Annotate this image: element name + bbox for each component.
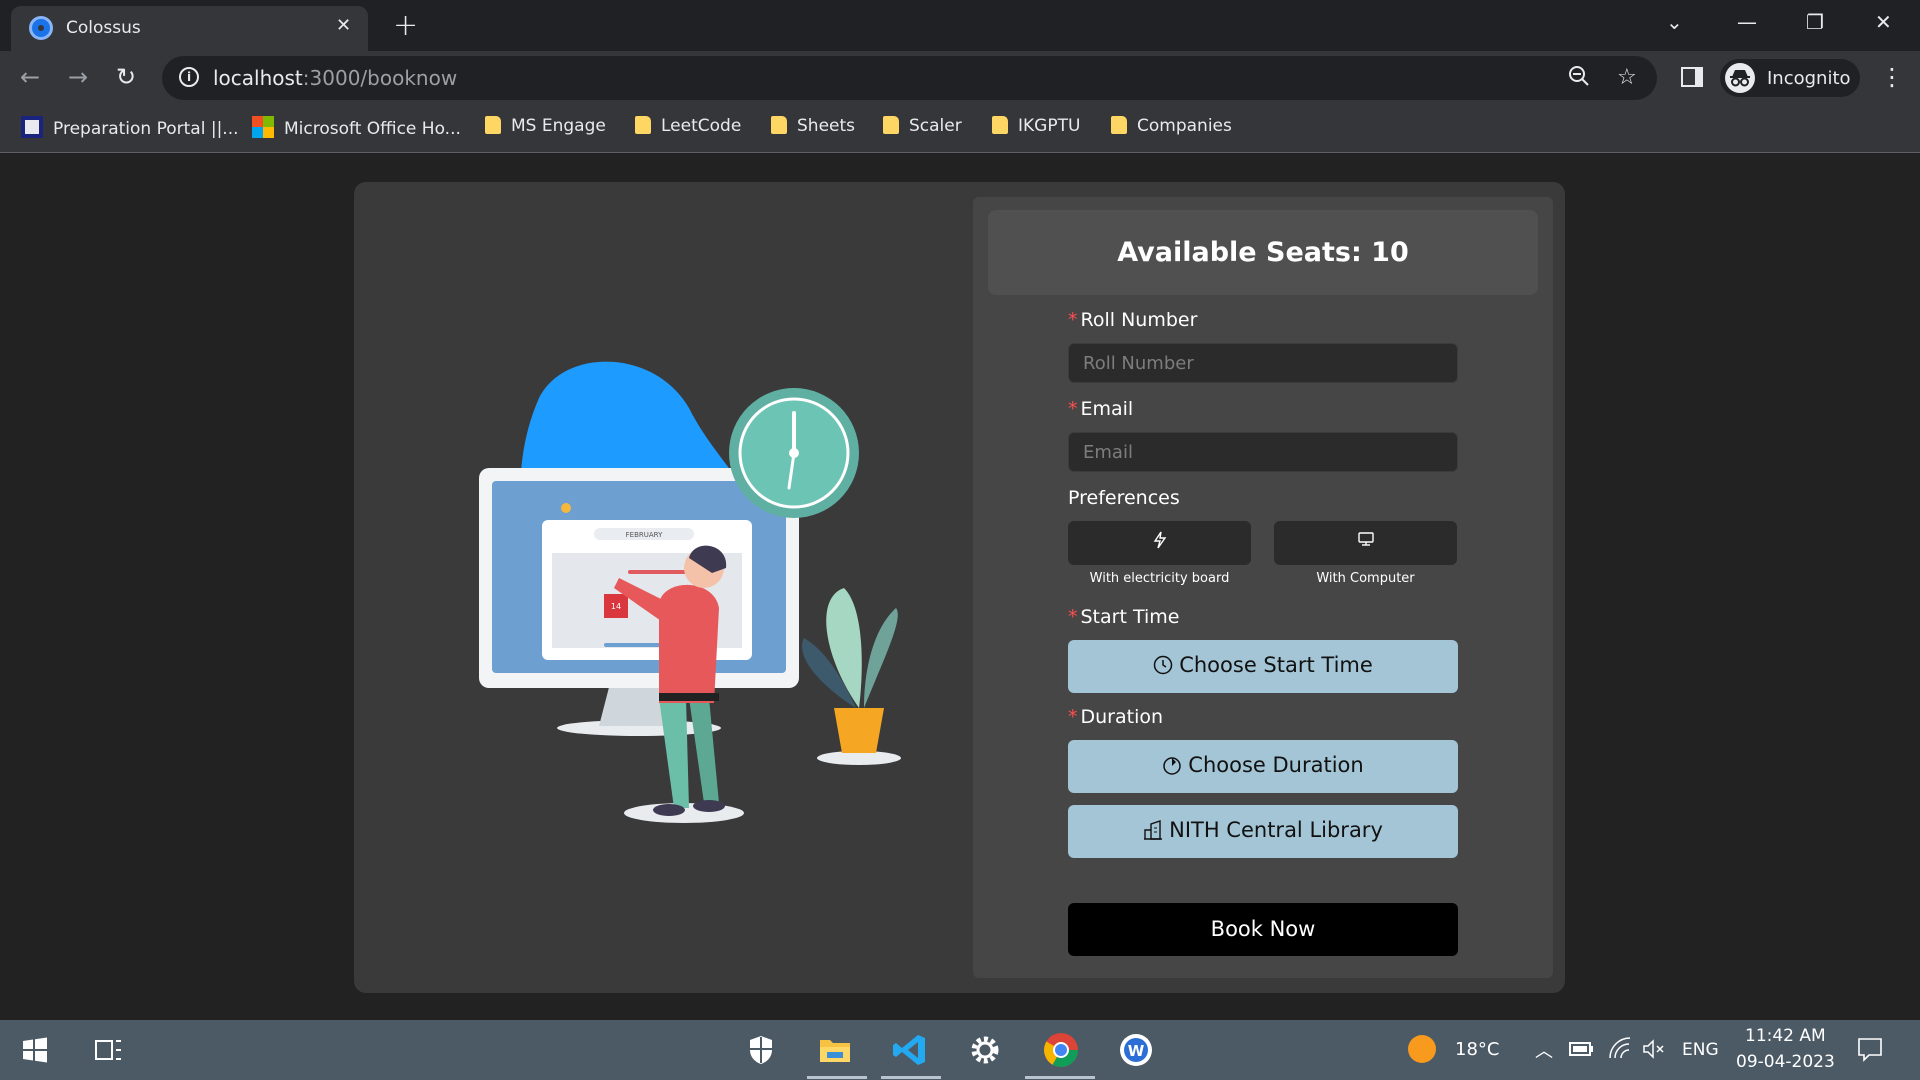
bookmark-companies[interactable]: Companies	[1111, 116, 1232, 142]
file-explorer-running-indicator	[807, 1076, 867, 1079]
tab-search-chevron-icon[interactable]: ⌄	[1666, 10, 1683, 34]
required-mark: *	[1068, 309, 1078, 331]
prep-portal-icon	[21, 116, 43, 138]
start-time-label: * Start Time	[1068, 606, 1180, 628]
electricity-board-caption: With electricity board	[1089, 571, 1230, 586]
restore-button[interactable]: ❐	[1806, 10, 1824, 34]
folder-icon	[485, 116, 501, 134]
duration-label: * Duration	[1068, 706, 1164, 728]
incognito-icon	[1725, 63, 1755, 93]
available-seats-header: Available Seats: 10	[988, 210, 1538, 295]
windows-taskbar: W 18°C ︿ ENG 11:42 AM 09-04-2023	[0, 1020, 1920, 1080]
bookmark-scaler[interactable]: Scaler	[883, 116, 962, 142]
email-label: * Email	[1068, 398, 1134, 420]
book-now-button[interactable]: Book Now	[1068, 903, 1458, 956]
tab-close-icon[interactable]: ✕	[336, 15, 351, 36]
address-bar[interactable]: i localhost:3000/booknow ☆	[162, 56, 1657, 100]
vscode-icon[interactable]	[890, 1030, 930, 1070]
incognito-profile-button[interactable]: Incognito	[1720, 59, 1860, 97]
bookmark-preparation-portal[interactable]: Preparation Portal ||...	[21, 116, 239, 142]
clock-icon	[1153, 655, 1173, 677]
task-view-icon[interactable]	[88, 1030, 128, 1070]
chrome-icon[interactable]	[1041, 1030, 1081, 1070]
stopwatch-icon	[1162, 755, 1182, 777]
microsoft-icon	[252, 116, 274, 138]
back-button[interactable]: ←	[20, 63, 40, 91]
weather-temperature[interactable]: 18°C	[1455, 1039, 1499, 1060]
bookmark-ms-engage[interactable]: MS Engage	[485, 116, 606, 142]
battery-icon[interactable]	[1568, 1036, 1594, 1062]
new-tab-button[interactable]: +	[393, 8, 418, 43]
folder-icon	[992, 116, 1008, 134]
booking-card: FEBRUARY 14 Available Seats: 10 * Roll N…	[354, 182, 1565, 993]
svg-text:FEBRUARY: FEBRUARY	[626, 531, 663, 539]
side-panel-icon[interactable]	[1681, 67, 1703, 87]
building-icon	[1143, 820, 1163, 842]
language-indicator[interactable]: ENG	[1682, 1040, 1719, 1060]
file-explorer-icon[interactable]	[815, 1030, 855, 1070]
folder-icon	[1111, 116, 1127, 134]
windows-security-icon[interactable]	[741, 1030, 781, 1070]
clock-date[interactable]: 09-04-2023	[1736, 1052, 1835, 1072]
folder-icon	[771, 116, 787, 134]
browser-toolbar: ← → ↻ i localhost:3000/booknow ☆ Incogni…	[0, 51, 1920, 105]
required-mark: *	[1068, 606, 1078, 628]
roll-number-input[interactable]	[1068, 343, 1458, 383]
svg-text:14: 14	[611, 602, 621, 611]
email-input[interactable]	[1068, 432, 1458, 472]
bookmark-sheets[interactable]: Sheets	[771, 116, 855, 142]
computer-caption: With Computer	[1316, 571, 1415, 586]
bookmark-star-icon[interactable]: ☆	[1617, 65, 1637, 90]
windows-start-icon[interactable]	[15, 1030, 55, 1070]
reload-button[interactable]: ↻	[116, 63, 136, 91]
url-text[interactable]: localhost:3000/booknow	[213, 66, 457, 90]
tab-strip: Colossus ✕ + ⌄ — ❐ ✕	[0, 0, 1920, 51]
folder-icon	[635, 116, 651, 134]
electricity-board-option[interactable]	[1068, 521, 1251, 565]
tray-chevron-up-icon[interactable]: ︿	[1535, 1037, 1553, 1063]
preferences-label: Preferences	[1068, 487, 1180, 509]
bookmark-leetcode[interactable]: LeetCode	[635, 116, 741, 142]
volume-muted-icon[interactable]	[1641, 1036, 1667, 1062]
roll-number-label: * Roll Number	[1068, 309, 1198, 331]
calendar-illustration-image: FEBRUARY 14	[479, 361, 901, 823]
forward-button[interactable]: →	[68, 63, 88, 91]
choose-start-time-button[interactable]: Choose Start Time	[1068, 640, 1458, 693]
bookmark-microsoft-office[interactable]: Microsoft Office Ho...	[252, 116, 461, 142]
folder-icon	[883, 116, 899, 134]
browser-menu-icon[interactable]: ⋮	[1880, 63, 1904, 91]
weather-sun-icon[interactable]	[1405, 1032, 1439, 1066]
wifi-icon[interactable]	[1607, 1036, 1633, 1062]
settings-gear-icon[interactable]	[965, 1030, 1005, 1070]
svg-text:W: W	[1128, 1042, 1145, 1060]
tab-title: Colossus	[66, 18, 141, 38]
library-button[interactable]: NITH Central Library	[1068, 805, 1458, 858]
computer-option[interactable]	[1274, 521, 1457, 565]
page-content: FEBRUARY 14 Available Seats: 10 * Roll N…	[0, 154, 1920, 1020]
choose-duration-button[interactable]: Choose Duration	[1068, 740, 1458, 793]
bookmark-ikgptu[interactable]: IKGPTU	[992, 116, 1080, 142]
browser-tab[interactable]: Colossus ✕	[11, 6, 368, 51]
required-mark: *	[1068, 398, 1078, 420]
required-mark: *	[1068, 706, 1078, 728]
notification-center-icon[interactable]	[1855, 1034, 1885, 1064]
bookmarks-bar: Preparation Portal ||... Microsoft Offic…	[0, 105, 1920, 153]
booking-form-panel: Available Seats: 10 *Roll Number *Email …	[973, 197, 1553, 978]
site-info-icon[interactable]: i	[179, 67, 199, 87]
colossus-favicon-icon	[29, 16, 53, 40]
monitor-icon	[1357, 531, 1375, 552]
window-close-button[interactable]: ✕	[1875, 10, 1892, 34]
chrome-running-indicator	[1025, 1076, 1095, 1079]
vscode-running-indicator	[881, 1076, 941, 1079]
available-seats-text: Available Seats: 10	[1117, 237, 1409, 268]
app-w-icon[interactable]: W	[1116, 1030, 1156, 1070]
minimize-button[interactable]: —	[1737, 10, 1757, 34]
lightning-icon	[1153, 531, 1167, 554]
zoom-icon[interactable]	[1568, 65, 1590, 93]
clock-time[interactable]: 11:42 AM	[1745, 1026, 1826, 1046]
profile-label: Incognito	[1767, 68, 1851, 89]
